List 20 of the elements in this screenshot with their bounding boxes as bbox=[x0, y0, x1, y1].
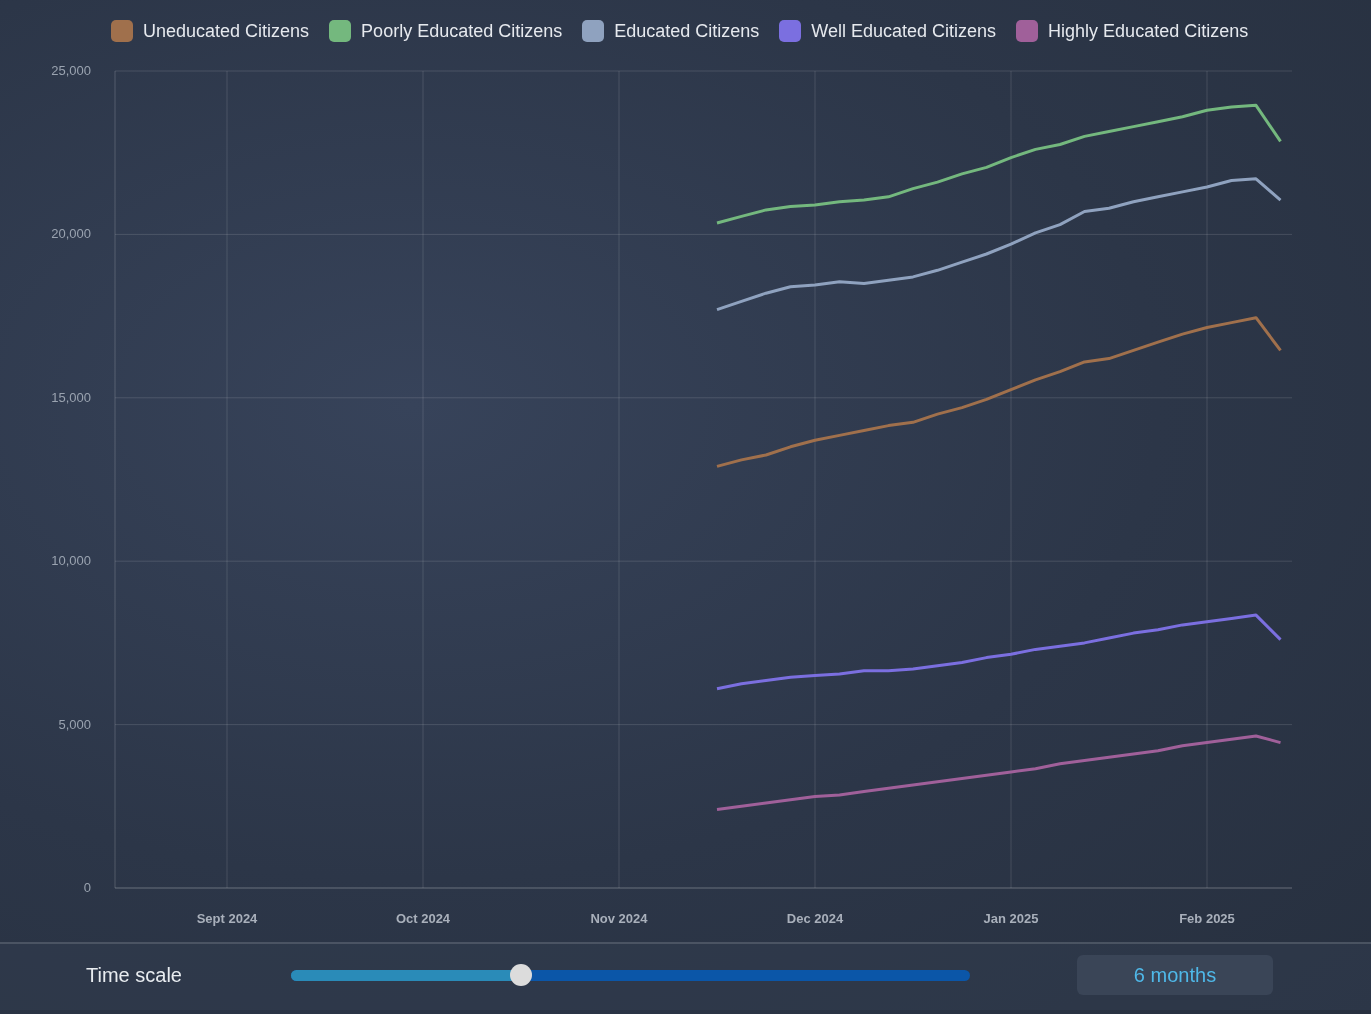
x-tick-label: Nov 2024 bbox=[590, 911, 648, 926]
legend-label: Uneducated Citizens bbox=[143, 20, 310, 42]
x-tick-label: Feb 2025 bbox=[1179, 911, 1235, 926]
legend-label: Highly Educated Citizens bbox=[1048, 20, 1249, 42]
legend-label: Educated Citizens bbox=[614, 20, 760, 42]
y-tick-label: 25,000 bbox=[51, 63, 91, 78]
time-scale-value: 6 months bbox=[1077, 955, 1273, 995]
x-tick-label: Dec 2024 bbox=[786, 911, 844, 926]
x-tick-label: Sept 2024 bbox=[196, 911, 258, 926]
y-tick-label: 10,000 bbox=[51, 553, 91, 569]
x-tick-label: Jan 2025 bbox=[983, 911, 1039, 926]
x-tick-label: Oct 2024 bbox=[395, 911, 451, 926]
y-tick-label: 15,000 bbox=[51, 389, 91, 405]
y-tick-label: 5,000 bbox=[58, 716, 91, 732]
time-scale-label: Time scale bbox=[86, 963, 183, 987]
legend-label: Poorly Educated Citizens bbox=[361, 20, 563, 42]
y-tick-label: 0 bbox=[83, 880, 91, 895]
legend-label: Well Educated Citizens bbox=[811, 20, 997, 42]
time-scale-slider[interactable] bbox=[291, 964, 970, 986]
y-tick-label: 20,000 bbox=[51, 226, 91, 242]
